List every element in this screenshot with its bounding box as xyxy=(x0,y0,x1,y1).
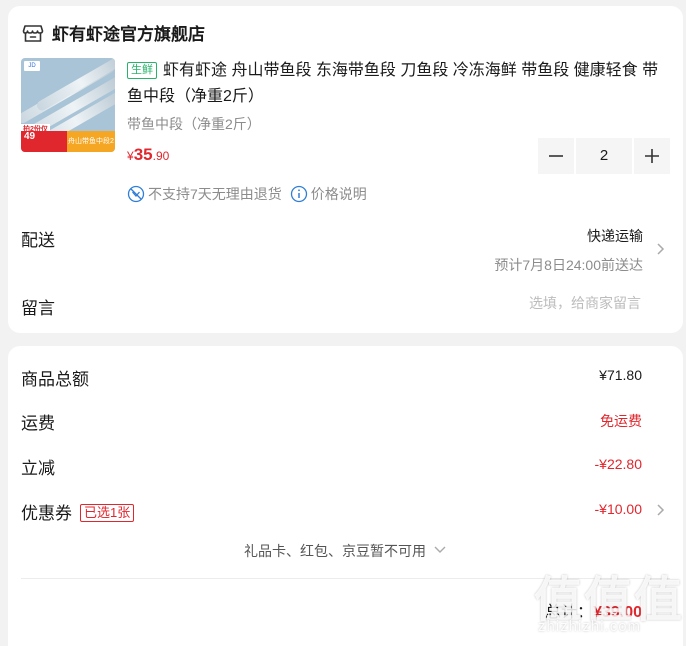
no-return-note: 不支持7天无理由退货 xyxy=(148,186,282,202)
delivery-eta: 预计7月8日24:00前送达 xyxy=(494,257,643,273)
coupon-value: -¥10.00 xyxy=(594,501,642,517)
service-notes: 不支持7天无理由退货 价格说明 xyxy=(127,184,367,204)
quantity-stepper: 2 xyxy=(538,138,670,174)
minus-icon xyxy=(549,155,563,157)
price-note-link[interactable]: 价格说明 xyxy=(311,184,367,204)
freight-label: 运费 xyxy=(21,414,55,433)
order-total: 总计：¥39.00 xyxy=(545,598,642,622)
fresh-tag: 生鲜 xyxy=(127,62,157,79)
product-title[interactable]: 生鲜 虾有虾途 舟山带鱼段 东海带鱼段 刀鱼段 冷冻海鲜 带鱼段 健康轻食 带鱼中… xyxy=(127,58,672,110)
chevron-right-icon[interactable] xyxy=(653,503,667,517)
goods-total-value: ¥71.80 xyxy=(599,367,642,383)
store-icon xyxy=(22,24,44,42)
coupon-row[interactable]: 优惠券 已选1张 xyxy=(21,499,135,524)
delivery-method[interactable]: 快递运输 xyxy=(587,226,643,246)
shop-header[interactable]: 虾有虾途官方旗舰店 xyxy=(22,20,205,45)
total-label: 总计： xyxy=(545,604,594,621)
product-image[interactable]: JD 拍2份仅 49 舟山带鱼中段2斤 xyxy=(21,58,115,152)
coupon-label: 优惠券 xyxy=(21,504,72,523)
goods-total-label: 商品总额 xyxy=(21,370,89,389)
product-spec: 带鱼中段（净重2斤） xyxy=(127,116,261,132)
total-value: ¥39.00 xyxy=(593,604,642,621)
jd-logo: JD xyxy=(24,61,40,71)
message-input[interactable] xyxy=(379,294,643,312)
discount-value: -¥22.80 xyxy=(594,456,642,472)
delivery-label: 配送 xyxy=(21,231,55,250)
freight-value: 免运费 xyxy=(600,413,642,429)
decrease-button[interactable] xyxy=(538,138,574,174)
price-summary-card: 商品总额 ¥71.80 运费 免运费 立减 -¥22.80 优惠券 已选1张 -¥… xyxy=(8,346,683,646)
order-item-card: 虾有虾途官方旗舰店 JD 拍2份仅 49 舟山带鱼中段2斤 生鲜虾有虾途 舟山带… xyxy=(8,6,683,333)
product-title-text: 虾有虾途 舟山带鱼段 东海带鱼段 刀鱼段 冷冻海鲜 带鱼段 健康轻食 带鱼中段（… xyxy=(127,62,659,105)
unavailable-note[interactable]: 礼品卡、红包、京豆暂不可用 xyxy=(8,541,683,561)
no-return-icon xyxy=(127,185,145,203)
coupon-selected-tag: 已选1张 xyxy=(80,504,135,522)
shop-name: 虾有虾途官方旗舰店 xyxy=(52,25,205,44)
chevron-down-icon xyxy=(434,546,446,553)
message-label: 留言 xyxy=(21,299,55,318)
image-price-badge: 49 xyxy=(21,131,67,152)
discount-label: 立减 xyxy=(21,459,55,478)
product-price: ¥35.90 xyxy=(127,145,170,164)
chevron-right-icon[interactable] xyxy=(653,242,667,256)
info-icon[interactable] xyxy=(290,185,308,203)
divider xyxy=(21,578,670,579)
increase-button[interactable] xyxy=(634,138,670,174)
plus-icon xyxy=(645,149,659,163)
image-name-badge: 舟山带鱼中段2斤 xyxy=(67,131,115,152)
quantity-value[interactable]: 2 xyxy=(576,138,632,174)
